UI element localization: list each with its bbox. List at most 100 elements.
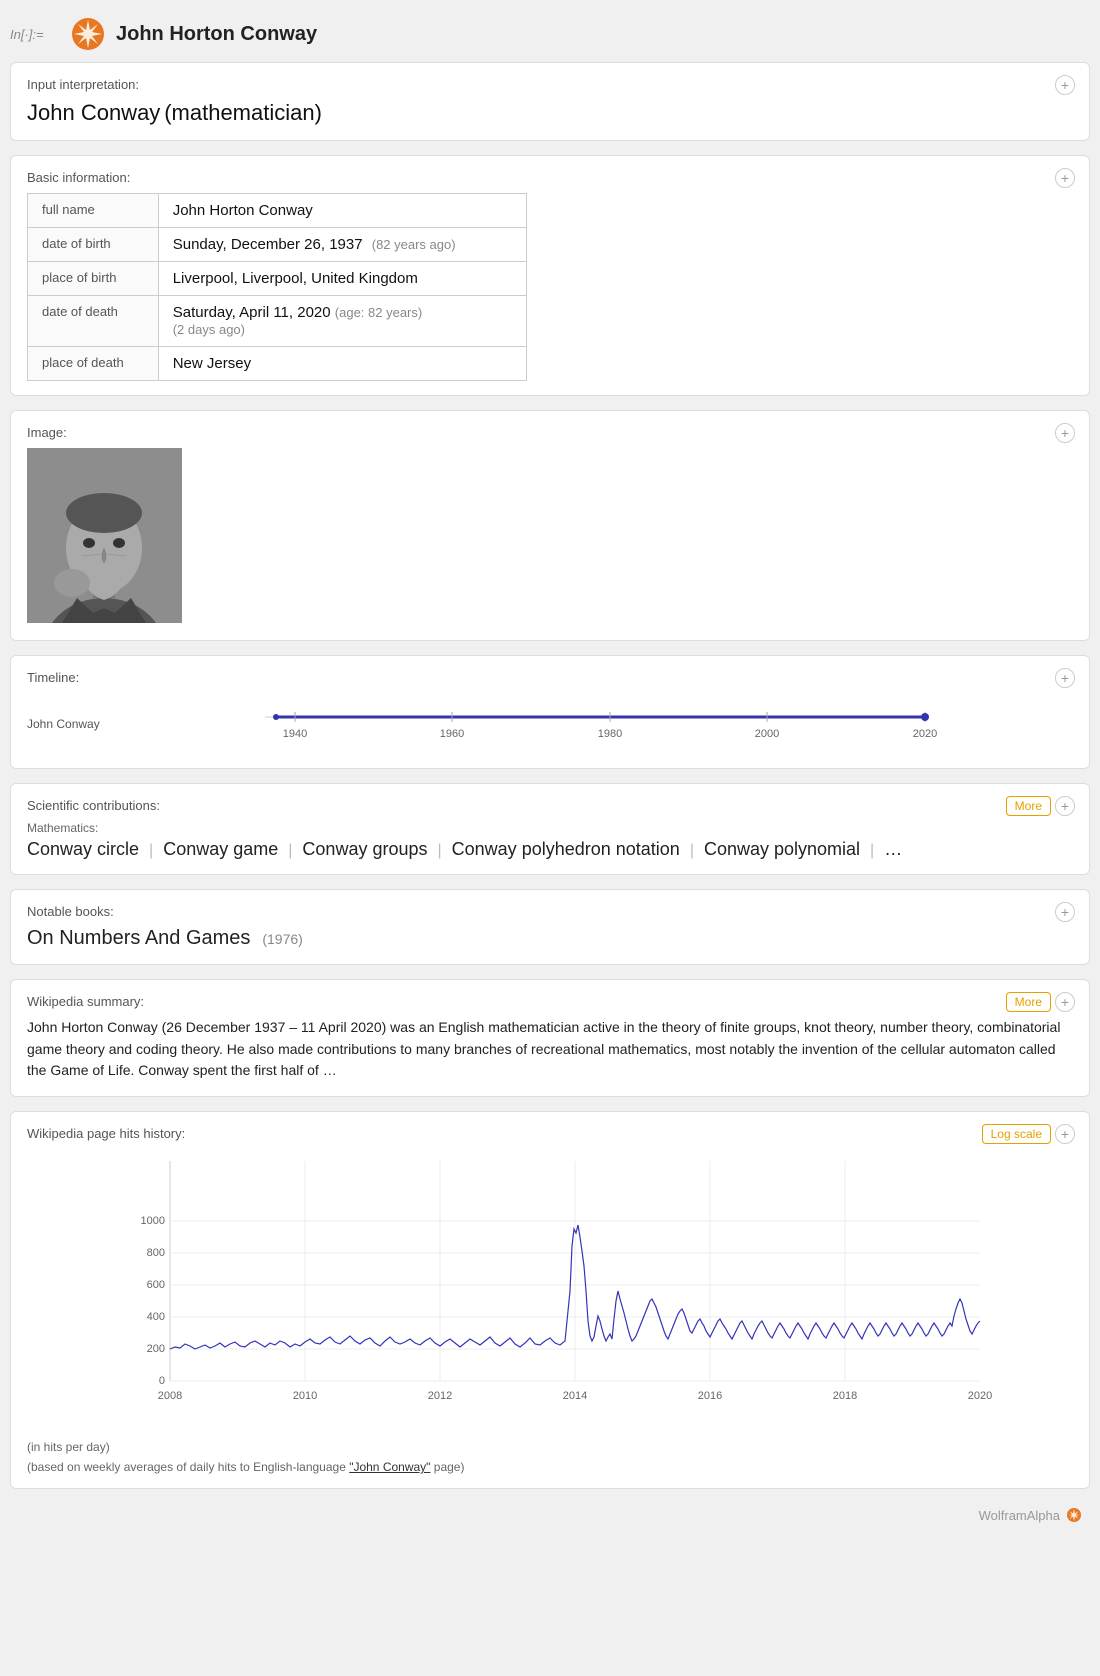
- book-entry: On Numbers And Games (1976): [27, 927, 1073, 950]
- timeline-person-label: John Conway: [27, 717, 117, 731]
- books-card: Notable books: + On Numbers And Games (1…: [10, 889, 1090, 965]
- table-row: date of death Saturday, April 11, 2020 (…: [28, 296, 527, 347]
- contrib-item: Conway polynomial: [704, 839, 860, 860]
- svg-text:200: 200: [147, 1343, 165, 1355]
- wolfram-logo-icon: [70, 16, 106, 52]
- field-value: Sunday, December 26, 1937 (82 years ago): [158, 228, 526, 262]
- table-row: date of birth Sunday, December 26, 1937 …: [28, 228, 527, 262]
- svg-text:2000: 2000: [755, 728, 779, 740]
- wiki-text: John Horton Conway (26 December 1937 – 1…: [27, 1017, 1073, 1082]
- wiki-summary-card: Wikipedia summary: More + John Horton Co…: [10, 979, 1090, 1097]
- hits-history-card: Wikipedia page hits history: Log scale +…: [10, 1111, 1090, 1489]
- field-value: Liverpool, Liverpool, United Kingdom: [158, 262, 526, 296]
- timeline-card: Timeline: + John Conway 1940 1960 1980: [10, 655, 1090, 769]
- input-name: John Conway: [27, 100, 160, 125]
- contrib-item: Conway polyhedron notation: [452, 839, 680, 860]
- field-value: Saturday, April 11, 2020 (age: 82 years)…: [158, 296, 526, 347]
- hits-note1: (in hits per day): [27, 1440, 1073, 1454]
- basic-info-table: full name John Horton Conway date of bir…: [27, 193, 527, 381]
- field-value: New Jersey: [158, 347, 526, 381]
- contrib-separator: |: [288, 842, 292, 860]
- books-plus-button[interactable]: +: [1055, 902, 1075, 922]
- wolfram-footer-icon: [1066, 1507, 1082, 1523]
- contrib-separator: |: [149, 842, 153, 860]
- dod-age: (age: 82 years): [335, 305, 422, 320]
- svg-text:1000: 1000: [141, 1215, 165, 1227]
- contrib-item: Conway game: [163, 839, 278, 860]
- contributions-more-button[interactable]: More: [1006, 796, 1051, 816]
- input-plus-button[interactable]: +: [1055, 75, 1075, 95]
- books-label: Notable books:: [27, 904, 1073, 919]
- input-interpretation-card: Input interpretation: + John Conway (mat…: [10, 62, 1090, 141]
- person-portrait: [27, 448, 182, 623]
- contrib-separator: |: [438, 842, 442, 860]
- wolfram-footer: WolframAlpha: [10, 1503, 1090, 1527]
- hits-chart-svg: 0 200 400 600 800 1000 2008 2010 2012 20…: [27, 1151, 1073, 1431]
- hits-label: Wikipedia page hits history:: [27, 1126, 1073, 1141]
- input-interpretation-value: John Conway (mathematician): [27, 100, 1073, 126]
- svg-text:1940: 1940: [283, 728, 307, 740]
- dod-days: (2 days ago): [173, 322, 245, 337]
- timeline-container: John Conway 1940 1960 1980 2000 2020: [27, 693, 1073, 754]
- table-row: full name John Horton Conway: [28, 194, 527, 228]
- timeline-plus-button[interactable]: +: [1055, 668, 1075, 688]
- basic-info-plus-button[interactable]: +: [1055, 168, 1075, 188]
- svg-text:1980: 1980: [598, 728, 622, 740]
- image-label: Image:: [27, 425, 1073, 440]
- contributions-row: Conway circle | Conway game | Conway gro…: [27, 839, 1073, 860]
- contributions-sub-label: Mathematics:: [27, 821, 1073, 835]
- contrib-item: Conway groups: [302, 839, 427, 860]
- page-title: John Horton Conway: [116, 23, 317, 46]
- wiki-plus-button[interactable]: +: [1055, 992, 1075, 1012]
- image-plus-button[interactable]: +: [1055, 423, 1075, 443]
- wolfram-brand: WolframAlpha: [979, 1508, 1060, 1523]
- input-interpretation-label: Input interpretation:: [27, 77, 1073, 92]
- svg-text:1960: 1960: [440, 728, 464, 740]
- timeline-label: Timeline:: [27, 670, 1073, 685]
- contributions-plus-button[interactable]: +: [1055, 796, 1075, 816]
- svg-text:2008: 2008: [158, 1390, 182, 1402]
- field-label: place of birth: [28, 262, 159, 296]
- hits-chart-container: 0 200 400 600 800 1000 2008 2010 2012 20…: [27, 1151, 1073, 1434]
- notebook-label: In[·]:=: [10, 27, 60, 42]
- contrib-separator: |: [870, 842, 874, 860]
- book-title: On Numbers And Games: [27, 927, 250, 949]
- field-label: place of death: [28, 347, 159, 381]
- wiki-summary-label: Wikipedia summary:: [27, 994, 1073, 1009]
- log-scale-button[interactable]: Log scale: [982, 1124, 1051, 1144]
- contributions-card: Scientific contributions: More + Mathema…: [10, 783, 1090, 875]
- svg-text:2018: 2018: [833, 1390, 857, 1402]
- svg-text:2016: 2016: [698, 1390, 722, 1402]
- book-year: (1976): [262, 931, 302, 947]
- svg-text:2012: 2012: [428, 1390, 452, 1402]
- input-note: (mathematician): [164, 100, 322, 125]
- hits-plus-button[interactable]: +: [1055, 1124, 1075, 1144]
- svg-text:2020: 2020: [913, 728, 937, 740]
- timeline-chart: 1940 1960 1980 2000 2020: [117, 697, 1073, 750]
- svg-text:2020: 2020: [968, 1390, 992, 1402]
- field-label: date of death: [28, 296, 159, 347]
- table-row: place of birth Liverpool, Liverpool, Uni…: [28, 262, 527, 296]
- wiki-more-button[interactable]: More: [1006, 992, 1051, 1012]
- contrib-item: Conway circle: [27, 839, 139, 860]
- field-label: full name: [28, 194, 159, 228]
- svg-text:0: 0: [159, 1375, 165, 1387]
- john-conway-link[interactable]: "John Conway": [349, 1460, 430, 1474]
- table-row: place of death New Jersey: [28, 347, 527, 381]
- contrib-separator: |: [690, 842, 694, 860]
- hits-note2: (based on weekly averages of daily hits …: [27, 1460, 1073, 1474]
- dob-ago: (82 years ago): [372, 237, 456, 252]
- image-card: Image: +: [10, 410, 1090, 641]
- contrib-ellipsis: …: [884, 839, 902, 860]
- basic-info-label: Basic information:: [27, 170, 1073, 185]
- field-value: John Horton Conway: [158, 194, 526, 228]
- svg-text:800: 800: [147, 1247, 165, 1259]
- basic-info-card: Basic information: + full name John Hort…: [10, 155, 1090, 396]
- svg-text:600: 600: [147, 1279, 165, 1291]
- page-header: In[·]:= John Horton Conway: [10, 10, 1090, 62]
- svg-text:400: 400: [147, 1311, 165, 1323]
- svg-text:2014: 2014: [563, 1390, 587, 1402]
- field-label: date of birth: [28, 228, 159, 262]
- svg-text:2010: 2010: [293, 1390, 317, 1402]
- contributions-label: Scientific contributions:: [27, 798, 1073, 813]
